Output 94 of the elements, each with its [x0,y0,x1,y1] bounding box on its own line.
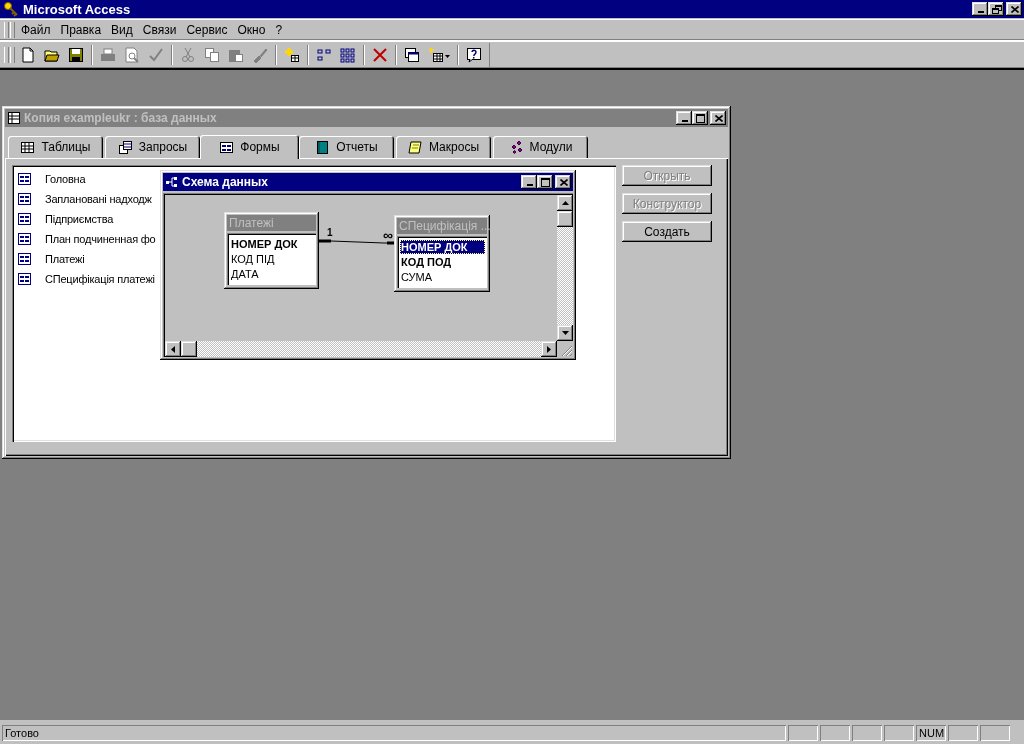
close-icon [714,114,723,122]
tab[interactable]: Модули [493,136,588,158]
book-icon [315,139,331,155]
windows-icon[interactable] [404,46,420,63]
minimize-button[interactable] [676,111,692,125]
field-name[interactable]: КОД ПІД [230,252,314,266]
up-triangle-icon [561,201,569,205]
form-icon [219,139,235,155]
close-button[interactable] [1006,2,1022,16]
restore-icon [991,4,1002,14]
minimize-button[interactable] [972,2,988,16]
field-name[interactable]: ДАТА [230,267,314,281]
scroll-down-button[interactable] [557,325,573,341]
scroll-thumb[interactable] [557,211,573,227]
tab[interactable]: Таблицы [8,136,103,158]
status-panel [788,725,818,741]
maximize-button[interactable] [537,175,553,189]
field-name[interactable]: НОМЕР ДОК [400,240,485,254]
status-panel [820,725,850,741]
squares-icon[interactable] [316,46,332,63]
key-icon [3,1,19,17]
field-name[interactable]: КОД ПОД [400,255,485,269]
form-icon [17,232,32,246]
close-button[interactable] [710,111,726,125]
maximize-icon [696,113,705,123]
tab[interactable]: Формы [200,135,299,159]
table-box[interactable]: СПецифікація ... НОМЕР ДОК КОД ПОД СУМА [394,215,490,292]
new-object-icon[interactable] [428,46,450,63]
menu-item[interactable]: Файл [16,20,56,39]
down-triangle-icon [561,331,569,335]
scroll-icon [408,139,423,155]
minimize-icon [681,120,688,122]
table-icon [20,139,36,155]
list-item[interactable]: Платежі [45,253,85,265]
menu-item[interactable]: Правка [55,20,107,39]
form-icon [17,172,32,186]
relationship-label: 1 [327,228,333,238]
help-icon[interactable] [466,46,482,63]
status-panel [884,725,914,741]
minimize-icon [526,184,533,186]
list-item[interactable]: Головна [45,173,86,185]
document-icon[interactable] [20,46,36,63]
table-title: Платежі [227,215,316,231]
plus-table-icon[interactable] [284,46,300,63]
close-button[interactable] [555,175,571,189]
list-item[interactable]: Підприємства [45,213,114,225]
command-button[interactable]: Создать [622,221,712,242]
grid-squares-icon[interactable] [340,46,356,63]
field-name[interactable]: СУМА [400,270,485,284]
menu-item[interactable]: Сервис [181,20,233,39]
vertical-scrollbar[interactable] [557,195,573,341]
relationships-icon [165,176,179,188]
window-title: Схема данных [182,175,268,189]
status-panel [948,725,978,741]
minimize-button[interactable] [521,175,537,189]
tab[interactable]: Макросы [396,136,491,158]
close-icon [1010,5,1019,13]
tab[interactable]: Запросы [105,136,200,158]
status-panel [980,725,1010,741]
list-item[interactable]: План подчиненная фо [45,233,156,245]
status-panel [852,725,882,741]
form-icon [17,272,32,286]
scroll-thumb[interactable] [181,341,197,357]
tab[interactable]: Отчеты [299,136,394,158]
menu-item[interactable]: ? [270,20,288,39]
delete-icon[interactable] [372,46,388,63]
form-icon [17,252,32,266]
left-triangle-icon [171,345,175,353]
scroll-left-button[interactable] [165,341,181,357]
list-item[interactable]: Заплановані надходж [45,193,152,205]
menu-item[interactable]: Связи [137,20,182,39]
relationship-label: ∞ [383,230,393,240]
database-icon [7,111,21,125]
maximize-button[interactable] [692,111,708,125]
query-icon [117,139,133,155]
list-item[interactable]: СПецифікація платежі [45,273,155,285]
right-triangle-icon [547,345,551,353]
app-title: Microsoft Access [23,1,131,17]
menu-item[interactable]: Вид [106,20,138,39]
window-title: Копия exampleukr : база данных [24,111,217,125]
menu-item[interactable]: Окно [232,20,271,39]
scroll-right-button[interactable] [541,341,557,357]
scroll-up-button[interactable] [557,195,573,211]
close-icon [559,178,568,186]
minimize-icon [977,11,984,13]
maximize-icon [541,177,550,187]
horizontal-scrollbar[interactable] [165,341,557,357]
table-box[interactable]: Платежі НОМЕР ДОК КОД ПІД ДАТА [224,212,319,289]
form-icon [17,212,32,226]
status-indicator: NUM [916,725,946,741]
status-text: Готово [2,725,786,741]
restore-button[interactable] [988,2,1004,16]
field-name[interactable]: НОМЕР ДОК [230,237,314,251]
form-icon [17,192,32,206]
